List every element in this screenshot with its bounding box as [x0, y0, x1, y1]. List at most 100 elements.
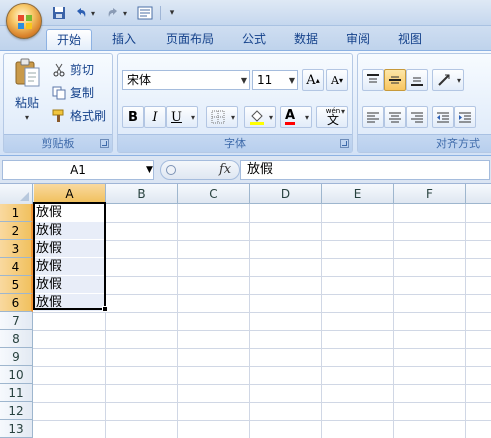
column-header-a[interactable]: A	[34, 184, 106, 204]
format-painter-label: 格式刷	[70, 109, 107, 123]
formula-input[interactable]: 放假	[240, 160, 490, 180]
redo-dropdown-icon[interactable]: ▾	[120, 4, 130, 22]
column-header-e[interactable]: E	[322, 184, 394, 204]
align-bottom-button[interactable]	[406, 69, 428, 91]
format-painter-button[interactable]: 格式刷	[52, 107, 106, 124]
row-header-13[interactable]: 13	[0, 420, 33, 438]
row-header-10[interactable]: 10	[0, 366, 33, 384]
cell-a3[interactable]: 放假	[34, 240, 105, 257]
column-header-c[interactable]: C	[178, 184, 250, 204]
alignment-group-label: 对齐方式	[358, 134, 491, 152]
save-icon[interactable]	[50, 4, 68, 22]
column-header-g[interactable]	[466, 184, 491, 204]
gridline	[33, 420, 491, 421]
font-color-button[interactable]: A	[280, 106, 312, 128]
row-header-6[interactable]: 6	[0, 294, 33, 312]
formula-bar: A1 ▼ fx 放假	[0, 156, 491, 184]
copy-icon	[52, 86, 66, 99]
font-size-select[interactable]: 11 ▼	[252, 70, 298, 90]
shrink-font-label: A	[331, 73, 339, 87]
align-center-button[interactable]	[384, 106, 406, 128]
bold-button[interactable]: B	[122, 106, 144, 128]
font-group-label: 字体	[118, 134, 352, 152]
name-box-dropdown-icon[interactable]: ▼	[146, 165, 153, 175]
paste-button[interactable]: 粘贴 ▾	[8, 58, 46, 130]
align-middle-icon	[389, 76, 401, 84]
shrink-font-arrow-icon: ▾	[338, 75, 343, 85]
paste-icon	[15, 58, 40, 87]
row-header-5[interactable]: 5	[0, 276, 33, 294]
phonetic-button[interactable]: wén 文	[316, 106, 348, 128]
clipboard-launcher-icon[interactable]	[100, 139, 109, 148]
column-headers: A B C D E F	[0, 184, 491, 204]
borders-button[interactable]	[206, 106, 238, 128]
row-header-2[interactable]: 2	[0, 222, 33, 240]
decrease-indent-button[interactable]	[432, 106, 454, 128]
increase-indent-button[interactable]	[454, 106, 476, 128]
tab-home[interactable]: 开始	[46, 29, 93, 50]
paste-dropdown-icon[interactable]: ▾	[25, 113, 29, 122]
insert-function-button[interactable]: fx	[219, 162, 231, 177]
align-left-button[interactable]	[362, 106, 384, 128]
cell-a6[interactable]: 放假	[34, 294, 105, 311]
cell-a2[interactable]: 放假	[34, 222, 105, 239]
qat-separator	[160, 6, 161, 20]
underline-button[interactable]: U	[166, 106, 198, 128]
name-box[interactable]: A1	[2, 160, 154, 180]
tab-insert[interactable]: 插入	[102, 29, 146, 50]
phonetic-char-label: 文	[326, 113, 339, 127]
gridline	[33, 366, 491, 367]
copy-label: 复制	[70, 86, 95, 100]
clipboard-group-label: 剪贴板	[4, 134, 112, 152]
cell-a5[interactable]: 放假	[34, 276, 105, 293]
alignment-group: 对齐方式	[357, 53, 491, 153]
font-launcher-icon[interactable]	[340, 139, 349, 148]
cell-a1[interactable]: 放假	[34, 204, 105, 221]
fill-handle[interactable]	[102, 306, 108, 312]
column-header-b[interactable]: B	[106, 184, 178, 204]
select-all-corner[interactable]	[0, 184, 33, 204]
copy-button[interactable]: 复制	[52, 84, 94, 101]
ribbon: 粘贴 ▾ 剪切 复制 格式刷 剪贴板 宋体 ▼ 11 ▼ A ▴ A ▾ B I…	[0, 50, 491, 156]
grow-font-button[interactable]: A ▴	[302, 69, 324, 91]
column-header-d[interactable]: D	[250, 184, 322, 204]
align-left-icon	[367, 112, 379, 123]
fill-color-button[interactable]	[244, 106, 276, 128]
undo-dropdown-icon[interactable]: ▾	[88, 4, 98, 22]
tab-view[interactable]: 视图	[388, 29, 432, 50]
row-header-1[interactable]: 1	[0, 204, 33, 222]
italic-button[interactable]: I	[144, 106, 166, 128]
print-preview-icon[interactable]	[136, 4, 154, 22]
cell-a4[interactable]: 放假	[34, 258, 105, 275]
row-header-3[interactable]: 3	[0, 240, 33, 258]
orientation-button[interactable]	[432, 69, 464, 91]
office-button[interactable]	[6, 3, 42, 39]
row-header-9[interactable]: 9	[0, 348, 33, 366]
formula-bar-grip-icon[interactable]	[166, 165, 176, 175]
row-header-7[interactable]: 7	[0, 312, 33, 330]
column-header-f[interactable]: F	[394, 184, 466, 204]
clipboard-group: 粘贴 ▾ 剪切 复制 格式刷 剪贴板	[3, 53, 113, 153]
row-header-8[interactable]: 8	[0, 330, 33, 348]
row-header-12[interactable]: 12	[0, 402, 33, 420]
paste-label: 粘贴	[14, 96, 39, 110]
tab-data[interactable]: 数据	[284, 29, 328, 50]
tab-review[interactable]: 审阅	[336, 29, 380, 50]
font-size-dropdown-icon: ▼	[288, 76, 295, 85]
align-top-button[interactable]	[362, 69, 384, 91]
increase-indent-icon	[459, 112, 471, 123]
align-right-button[interactable]	[406, 106, 428, 128]
gridline	[33, 384, 491, 385]
font-name-select[interactable]: 宋体 ▼	[122, 70, 250, 90]
cut-button[interactable]: 剪切	[52, 61, 94, 78]
font-name-value: 宋体	[127, 73, 152, 87]
worksheet-grid[interactable]: A B C D E F 1 2 3 4 5 6 7 8 9 10 11 12 1…	[0, 184, 491, 438]
align-middle-button[interactable]	[384, 69, 406, 91]
customize-qat-button[interactable]: ▾	[166, 4, 178, 22]
shrink-font-button[interactable]: A ▾	[326, 69, 348, 91]
font-color-label: A	[285, 108, 296, 125]
row-header-4[interactable]: 4	[0, 258, 33, 276]
tab-page-layout[interactable]: 页面布局	[156, 29, 224, 50]
row-header-11[interactable]: 11	[0, 384, 33, 402]
tab-formulas[interactable]: 公式	[232, 29, 276, 50]
